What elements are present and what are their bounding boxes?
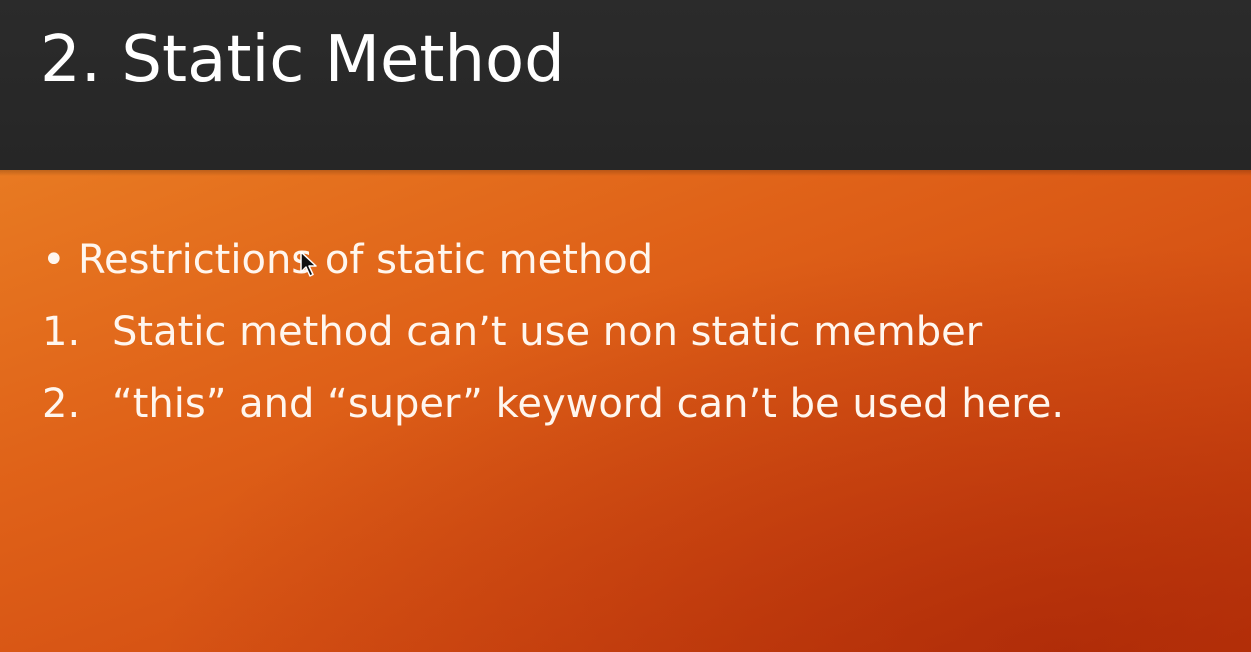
- list-item-number: 1.: [42, 309, 81, 355]
- list-item: 1. Static method can’t use non static mem…: [42, 308, 982, 356]
- title-bar: 2. Static Method: [0, 0, 1251, 170]
- mouse-pointer-icon: [300, 251, 317, 277]
- list-item-text: “this” and “super” keyword can’t be used…: [112, 381, 1065, 427]
- bullet-point: • Restrictions of static method: [42, 236, 653, 284]
- presentation-slide: 2. Static Method • Restrictions of static…: [0, 0, 1251, 652]
- list-item-number: 2.: [42, 381, 81, 427]
- list-item: 2. “this” and “super” keyword can’t be us…: [42, 380, 1064, 428]
- bullet-text: Restrictions of static method: [78, 237, 654, 283]
- list-item-text: Static method can’t use non static membe…: [112, 309, 983, 355]
- bullet-marker: •: [42, 237, 66, 283]
- slide-title: 2. Static Method: [40, 23, 565, 97]
